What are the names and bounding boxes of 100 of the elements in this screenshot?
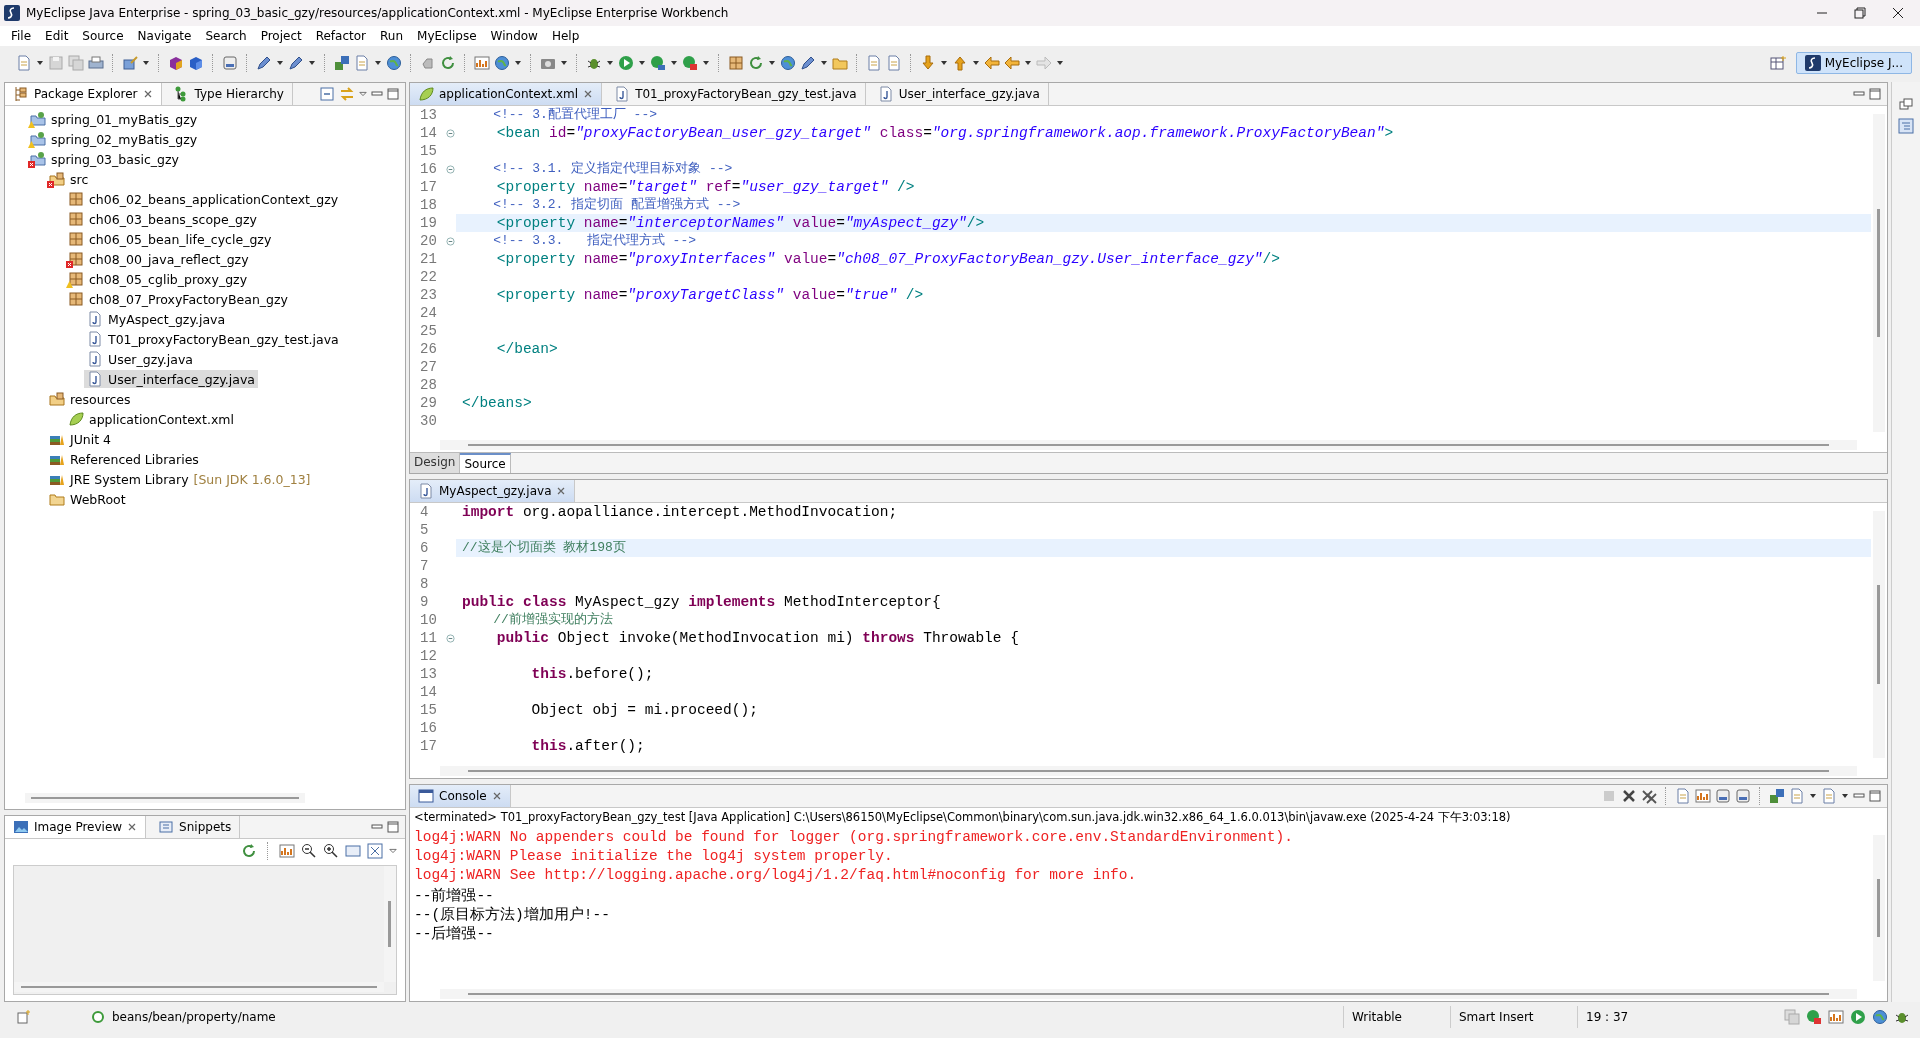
tree-item[interactable]: ch06_03_beans_scope_gzy <box>65 210 260 228</box>
tree-item[interactable]: resources <box>46 390 134 408</box>
view-tab[interactable]: Snippets <box>150 816 241 838</box>
scrollbar[interactable] <box>25 793 305 803</box>
zoom-in-icon[interactable] <box>323 843 339 859</box>
menu-item[interactable]: MyEclipse <box>410 29 484 43</box>
globe-icon[interactable] <box>494 55 510 71</box>
collapse-all-icon[interactable] <box>319 86 335 102</box>
scrollbar[interactable] <box>440 766 1857 776</box>
restore-icon[interactable] <box>1898 96 1914 112</box>
refresh-icon[interactable] <box>440 55 456 71</box>
tree-item[interactable]: ch08_05_cglib_proxy_gzy <box>65 270 251 288</box>
code-line: this.after(); <box>530 737 645 755</box>
menu-item[interactable]: Run <box>373 29 411 43</box>
tree-item[interactable]: ch06_02_beans_applicationContext_gzy <box>65 190 342 208</box>
globe-icon[interactable] <box>780 55 796 71</box>
remove-icon[interactable] <box>1621 788 1637 804</box>
zoom-out-icon[interactable] <box>301 843 317 859</box>
run-icon[interactable] <box>1850 1009 1866 1025</box>
maximize-icon[interactable] <box>1869 790 1881 802</box>
scrollbar[interactable] <box>1873 835 1885 981</box>
editor-tab[interactable]: T01_proxyFactoryBean_gzy_test.java <box>606 83 866 105</box>
document-icon[interactable] <box>1675 788 1691 804</box>
scrollbar[interactable] <box>440 989 1857 999</box>
tree-item[interactable]: applicationContext.xml <box>65 410 237 428</box>
wand-icon[interactable] <box>122 55 138 71</box>
refresh-icon[interactable] <box>241 843 257 859</box>
page-tab[interactable]: Design <box>410 453 461 473</box>
actual-size-icon[interactable] <box>345 843 361 859</box>
remove-all-icon[interactable] <box>1641 788 1657 804</box>
maximize-icon[interactable] <box>1869 88 1881 100</box>
tree-item[interactable]: WebRoot <box>46 490 129 508</box>
scrollbar[interactable] <box>14 982 384 992</box>
pen-icon[interactable] <box>288 55 304 71</box>
view-tab[interactable]: Image Preview <box>5 816 147 838</box>
tree-item[interactable]: User_interface_gzy.java <box>84 370 258 388</box>
menu-item[interactable]: Window <box>483 29 545 43</box>
scrollbar[interactable] <box>1873 511 1885 758</box>
tree-item[interactable]: spring_01_myBatis_gzy <box>27 110 201 128</box>
tree-item[interactable]: ch08_07_ProxyFactoryBean_gzy <box>65 290 291 308</box>
chart-icon[interactable] <box>474 55 490 71</box>
view-tab[interactable]: Console <box>410 785 511 807</box>
document-icon[interactable] <box>866 55 882 71</box>
open-perspective-icon[interactable] <box>1769 55 1786 71</box>
scrollbar[interactable] <box>384 866 396 982</box>
maximize-icon[interactable] <box>387 88 399 100</box>
cube-icon[interactable] <box>168 55 184 71</box>
menu-item[interactable]: Help <box>544 29 587 43</box>
menu-item[interactable]: Search <box>198 29 254 43</box>
menu-item[interactable]: Navigate <box>130 29 199 43</box>
back-arrow-icon[interactable] <box>1004 55 1020 71</box>
fold-icon[interactable] <box>445 128 455 138</box>
link-icon[interactable] <box>339 86 355 102</box>
chart-icon[interactable] <box>1695 788 1711 804</box>
page-tab[interactable]: Source <box>460 453 511 473</box>
menu-item[interactable]: Project <box>253 29 309 43</box>
tree-item[interactable]: Referenced Libraries <box>46 450 202 468</box>
fold-icon[interactable] <box>445 236 455 246</box>
tree-item[interactable]: MyAspect_gzy.java <box>84 310 229 328</box>
chart-icon[interactable] <box>279 843 295 859</box>
back-arrow-icon[interactable] <box>984 55 1000 71</box>
fold-icon[interactable] <box>445 633 455 643</box>
tree-item[interactable]: JUnit 4 <box>46 430 115 448</box>
tree-item[interactable]: ch06_05_bean_life_cycle_gzy <box>65 230 275 248</box>
view-tab[interactable]: Package Explorer <box>5 83 162 105</box>
editor-tab[interactable]: User_interface_gzy.java <box>869 83 1049 105</box>
pen-icon[interactable] <box>800 55 816 71</box>
package-explorer-icon <box>13 86 29 102</box>
editor-tab[interactable]: applicationContext.xml <box>410 83 603 105</box>
document-icon[interactable] <box>886 55 902 71</box>
menu-item[interactable]: File <box>4 29 39 43</box>
menu-item[interactable]: Edit <box>38 29 76 43</box>
run-config-icon[interactable] <box>650 55 666 71</box>
cube-icon[interactable] <box>188 55 204 71</box>
chart-icon[interactable] <box>1828 1009 1844 1025</box>
stop-icon[interactable] <box>1806 1009 1822 1025</box>
editor-tab[interactable]: MyAspect_gzy.java <box>410 480 576 502</box>
globe-icon[interactable] <box>1872 1009 1888 1025</box>
scrollbar[interactable] <box>1873 114 1885 432</box>
menu-item[interactable]: Source <box>75 29 131 43</box>
tree-item[interactable]: T01_proxyFactoryBean_gzy_test.java <box>84 330 342 348</box>
tree-item[interactable]: spring_03_basic_gzy <box>27 150 182 168</box>
scrollbar[interactable] <box>440 440 1857 450</box>
globe-icon[interactable] <box>386 55 402 71</box>
fast-view-icon[interactable] <box>16 1009 32 1025</box>
tree-item[interactable]: spring_02_myBatis_gzy <box>27 130 201 148</box>
stop-icon[interactable] <box>682 55 698 71</box>
tree-item[interactable]: ch08_00_java_reflect_gzy <box>65 250 252 268</box>
tree-item[interactable]: src <box>46 170 92 188</box>
maximize-icon[interactable] <box>387 821 399 833</box>
fold-icon[interactable] <box>445 164 455 174</box>
menu-item[interactable]: Refactor <box>308 29 374 43</box>
package-icon[interactable] <box>728 55 744 71</box>
printer-icon[interactable] <box>88 55 104 71</box>
tree-item[interactable]: User_gzy.java <box>84 350 197 368</box>
fit-icon[interactable] <box>367 843 383 859</box>
view-tab[interactable]: Type Hierarchy <box>165 83 293 105</box>
pen-icon[interactable] <box>256 55 272 71</box>
tree-item[interactable]: JRE System Library [Sun JDK 1.6.0_13] <box>46 470 314 488</box>
perspective-button[interactable]: MyEclipse J... <box>1795 52 1912 74</box>
